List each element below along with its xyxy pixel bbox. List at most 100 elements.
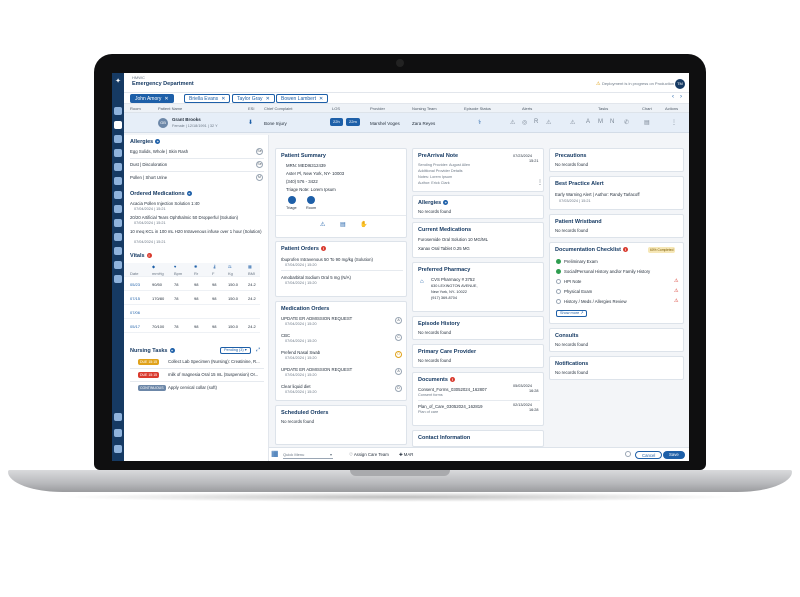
med-order-item[interactable]: Prefend Nasal Swab — [281, 350, 320, 355]
room-label: Room — [306, 206, 317, 210]
add-icon[interactable]: + — [186, 191, 192, 197]
episode-status-icon[interactable]: ⚕ — [478, 119, 481, 126]
consults-title: Consults — [555, 333, 579, 339]
assign-care-team-button[interactable]: ♡ Assign Care Team — [349, 452, 389, 458]
room-icon[interactable] — [307, 196, 315, 204]
vitals-row[interactable]: 05/23 90/50 78 98 98 150.0 24.2 — [124, 279, 260, 291]
cancel-button[interactable]: Cancel — [635, 451, 663, 459]
alert-icon: ! — [449, 377, 455, 383]
alert-icon[interactable]: ◎ — [522, 119, 527, 126]
rail-exit-icon[interactable] — [114, 445, 122, 453]
close-icon[interactable]: ✕ — [221, 96, 225, 102]
patient-name[interactable]: Grant Brooks — [172, 117, 201, 122]
rail-users-icon[interactable] — [114, 191, 122, 199]
task-text[interactable]: Collect Lab Specimen (Nursing): Creatini… — [168, 359, 268, 364]
patient-tab[interactable]: Briella Evans ✕ — [184, 94, 231, 103]
task-icon[interactable]: A — [586, 119, 590, 125]
expand-icon[interactable]: ⤢ — [256, 347, 260, 353]
checklist-item[interactable]: Physical Exam — [564, 289, 592, 294]
rail-flask-icon[interactable] — [114, 219, 122, 227]
rail-clipboard-icon[interactable] — [114, 107, 122, 115]
chart-icon[interactable]: ▤ — [644, 119, 650, 126]
close-icon[interactable]: ✕ — [319, 96, 323, 102]
vitals-row[interactable]: 05/17 70/100 78 98 98 150.0 24.2 — [124, 321, 260, 333]
more-icon[interactable]: ⋮ — [671, 119, 677, 126]
quick-menu-icon[interactable]: ▦ — [271, 449, 279, 458]
rail-grid-icon[interactable] — [114, 163, 122, 171]
task-text[interactable]: Apply cervical collar (soft) — [168, 385, 217, 390]
close-icon[interactable]: ✕ — [164, 96, 168, 102]
vitals-header-row: Date mmHg Bpm Rr F Kg BMI ◆ ♥ ✺ 🌡 ⚖ ▦ — [124, 263, 260, 277]
patient-tab[interactable]: John Amory ✕ — [130, 94, 174, 103]
rail-heart-icon[interactable] — [114, 149, 122, 157]
alert-icon[interactable]: ⚠ — [510, 119, 515, 126]
order-item[interactable]: Amobarbital Sodium Oral 5 mg (N/A) — [281, 275, 351, 280]
app-title: Emergency Department — [132, 81, 194, 87]
quick-menu-input[interactable]: Quick Menu ▾ — [283, 451, 333, 459]
los-badge: 22h — [330, 118, 343, 126]
patient-summary-card: Patient Summary MRN: MEDI6312439 Aster P… — [275, 148, 407, 238]
order-date: 07/04/2024 | 15:20 — [285, 281, 317, 285]
checklist-item[interactable]: HPI Note — [564, 279, 581, 284]
rail-bed-icon[interactable] — [114, 177, 122, 185]
checklist-item[interactable]: Social/Personal History and/or Family Hi… — [564, 269, 650, 274]
add-icon[interactable]: + — [155, 139, 161, 145]
med-order-item[interactable]: CBC — [281, 333, 290, 338]
empty-text: No records found — [281, 419, 314, 424]
hand-icon[interactable]: ✋ — [360, 221, 367, 228]
vitals-cell: 150.0 — [228, 324, 239, 329]
patient-tab[interactable]: Bowen Lambert ✕ — [276, 94, 329, 103]
documents-title-text: Documents — [418, 377, 448, 383]
document-icon[interactable]: ▤ — [340, 221, 346, 228]
checklist-item[interactable]: Preliminary Exam — [564, 259, 598, 264]
close-icon[interactable]: ✕ — [266, 96, 270, 102]
rail-patients-icon[interactable] — [114, 121, 122, 129]
add-icon[interactable]: + — [169, 348, 175, 354]
chevron-left-icon[interactable]: ‹ — [672, 94, 674, 100]
bpa-name[interactable]: Early Warning Alert | Author: Randy Tarl… — [555, 192, 640, 197]
task-icon[interactable]: N — [610, 119, 614, 125]
patient-demographics: Female | 12/18/1991 | 32 Y — [172, 124, 218, 128]
order-type-badge: C — [395, 334, 402, 341]
save-button[interactable]: Save — [663, 451, 685, 459]
med-order-item[interactable]: Clear liquid diet — [281, 384, 311, 389]
task-icon[interactable]: M — [598, 119, 603, 125]
rail-calendar-icon[interactable] — [114, 135, 122, 143]
alert-icon[interactable]: ⚠ — [546, 119, 551, 126]
add-icon[interactable]: + — [443, 200, 449, 206]
med-order-item[interactable]: UPDATE ER ADMISSION REQUEST — [281, 316, 352, 321]
scheduled-orders-card: Scheduled Orders No records found — [275, 405, 407, 445]
tasks-filter-dropdown[interactable]: Pending (3) ▾ — [220, 347, 251, 354]
alert-icon[interactable]: ⚠ — [570, 119, 575, 126]
rail-pill-icon[interactable] — [114, 233, 122, 241]
vitals-cell: 78 — [174, 282, 179, 287]
checklist-item[interactable]: History / Meds / Allergies Review — [564, 299, 627, 304]
show-more-button[interactable]: Show more ↗ — [556, 310, 588, 317]
vitals-row[interactable]: 07/15 170/80 78 98 98 150.0 24.2 — [124, 293, 260, 305]
document-name[interactable]: Consent_Forms_03052024_162807 — [418, 387, 487, 392]
triage-icon[interactable] — [288, 196, 296, 204]
task-text[interactable]: milk of magnesia Oral 15 mL (Suspension)… — [168, 372, 268, 377]
chevron-right-icon[interactable]: › — [680, 94, 682, 100]
rail-transfer-icon[interactable] — [114, 205, 122, 213]
patient-tab[interactable]: Taylor Gray ✕ — [232, 94, 275, 103]
more-icon[interactable]: ⋮ — [537, 179, 543, 186]
mar-button[interactable]: ✚ MAR — [399, 452, 413, 458]
document-name[interactable]: Plan_of_Care_03052024_162819 — [418, 404, 483, 409]
rail-check-icon[interactable] — [114, 247, 122, 255]
vitals-cell: 98 — [212, 324, 217, 329]
phone-icon[interactable]: ✆ — [624, 119, 629, 126]
alert-icon[interactable]: R — [534, 119, 538, 125]
prearrival-line: Sending Provider: August Allen — [418, 163, 471, 167]
rail-doc-icon[interactable] — [114, 261, 122, 269]
med-order-item[interactable]: UPDATE ER ADMISSION REQUEST — [281, 367, 352, 372]
vitals-row[interactable]: 07/06 — [124, 307, 260, 319]
rail-settings-icon[interactable] — [114, 275, 122, 283]
patient-row[interactable]: GB Grant Brooks Female | 12/18/1991 | 32… — [124, 113, 689, 133]
document-date: 02/13/2024 — [513, 403, 533, 407]
rail-grid-menu-icon[interactable] — [114, 429, 122, 437]
rail-apps-icon[interactable] — [114, 413, 122, 421]
warning-icon[interactable]: ⚠ — [320, 221, 325, 228]
order-item[interactable]: Ibuprofen Intravenous 50 To 90 mg/kg (So… — [281, 257, 373, 262]
user-avatar[interactable]: TM — [675, 79, 685, 89]
